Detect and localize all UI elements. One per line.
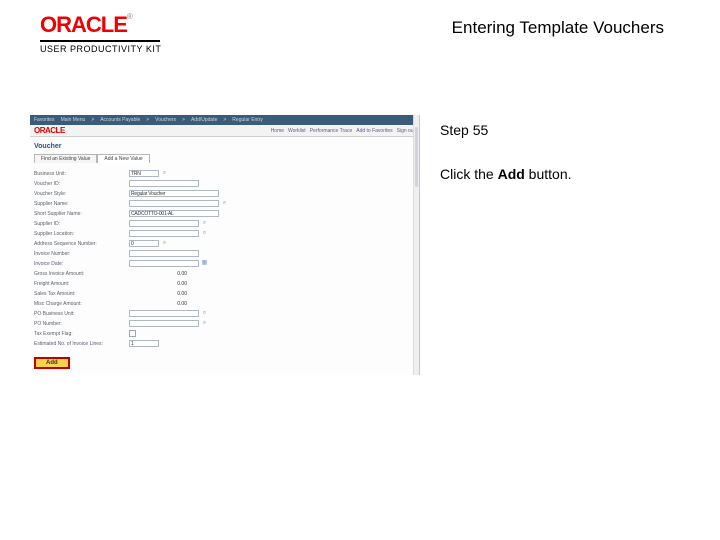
input-sales-tax[interactable]: 0.00 [129,291,189,297]
label-est-lines: Estimated No. of Invoice Lines: [34,341,129,347]
lookup-icon[interactable]: ⌕ [201,320,208,327]
header-link[interactable]: Worklist [288,128,306,134]
header-link[interactable]: Home [271,128,284,134]
instruction-bold: Add [498,166,525,182]
peoplesoft-app: Favorites Main Menu > Accounts Payable >… [30,115,419,375]
brand-block: ORACLE® USER PRODUCTIVITY KIT [40,12,161,54]
label-po-bu: PO Business Unit: [34,311,129,317]
scrollbar-vertical[interactable] [413,115,419,375]
instruction-panel: Step 55 Click the Add button. [420,115,690,415]
label-voucher-style: Voucher Style: [34,191,129,197]
label-freight-amt: Freight Amount: [34,281,129,287]
label-address-seq: Address Sequence Number: [34,241,129,247]
voucher-form: Business Unit:TRN⌕ Voucher ID: Voucher S… [30,169,419,348]
input-voucher-id[interactable] [129,180,199,187]
scrollbar-thumb[interactable] [415,127,418,187]
app-logo: ORACLE [34,126,65,135]
label-supplier-name: Supplier Name: [34,201,129,207]
label-invoice-date: Invoice Date: [34,261,129,267]
label-business-unit: Business Unit: [34,171,129,177]
instruction-pre: Click the [440,166,498,182]
input-supplier-name[interactable] [129,200,219,207]
add-button[interactable]: Add [34,357,70,369]
trademark: ® [127,12,133,21]
label-sales-tax: Sales Tax Amount: [34,291,129,297]
nav-item[interactable]: Add/Update [191,117,217,123]
input-freight-amt[interactable]: 0.00 [129,281,189,287]
oracle-logo: ORACLE [40,12,127,37]
input-supplier-id[interactable] [129,220,199,227]
step-label: Step 55 [440,119,678,141]
input-short-supplier-name[interactable]: CADCOTTO-001-AL [129,210,219,217]
label-po-number: PO Number: [34,321,129,327]
instruction-text: Click the Add button. [440,163,678,185]
page-title: Entering Template Vouchers [452,18,664,38]
input-misc-charge[interactable]: 0.00 [129,301,189,307]
nav-item[interactable]: Main Menu [61,117,86,123]
page-header: ORACLE® USER PRODUCTIVITY KIT Entering T… [40,12,700,58]
nav-item[interactable]: Vouchers [155,117,176,123]
label-supplier-location: Supplier Location: [34,231,129,237]
label-invoice-number: Invoice Number: [34,251,129,257]
input-po-bu[interactable] [129,310,199,317]
label-gross-amt: Gross Invoice Amount: [34,271,129,277]
input-est-lines[interactable]: 1 [129,340,159,347]
lookup-icon[interactable]: ⌕ [201,220,208,227]
nav-item[interactable]: Regular Entry [232,117,263,123]
app-header-links: Home Worklist Performance Trace Add to F… [271,128,415,134]
app-tabs: Find an Existing Value Add a New Value [34,154,419,163]
header-link[interactable]: Performance Trace [310,128,353,134]
embedded-screenshot: Favorites Main Menu > Accounts Payable >… [30,115,420,375]
nav-item[interactable]: Favorites [34,117,55,123]
input-po-number[interactable] [129,320,199,327]
checkbox-tax-exempt[interactable] [129,330,136,337]
lookup-icon[interactable]: ⌕ [161,240,168,247]
tab-add-new[interactable]: Add a New Value [97,154,149,163]
tab-find-existing[interactable]: Find an Existing Value [34,154,97,163]
label-tax-exempt: Tax Exempt Flag: [34,331,129,337]
app-page-name: Voucher [30,137,419,152]
logo-rule [40,40,160,42]
input-address-seq[interactable]: 0 [129,240,159,247]
input-business-unit[interactable]: TRN [129,170,159,177]
app-header-bar: ORACLE Home Worklist Performance Trace A… [30,125,419,137]
input-invoice-number[interactable] [129,250,199,257]
calendar-icon[interactable]: ▦ [201,260,208,267]
input-invoice-date[interactable] [129,260,199,267]
product-name: USER PRODUCTIVITY KIT [40,44,161,54]
header-link[interactable]: Add to Favorites [356,128,392,134]
label-voucher-id: Voucher ID: [34,181,129,187]
label-short-supplier-name: Short Supplier Name: [34,211,129,217]
app-breadcrumb: Favorites Main Menu > Accounts Payable >… [30,115,419,125]
label-supplier-id: Supplier ID: [34,221,129,227]
lookup-icon[interactable]: ⌕ [161,170,168,177]
input-gross-amt[interactable]: 0.00 [129,271,189,277]
lookup-icon[interactable]: ⌕ [201,230,208,237]
content-area: Favorites Main Menu > Accounts Payable >… [30,115,690,415]
select-voucher-style[interactable]: Regular Voucher [129,190,219,197]
instruction-post: button. [525,166,572,182]
nav-item[interactable]: Accounts Payable [100,117,140,123]
lookup-icon[interactable]: ⌕ [221,200,228,207]
lookup-icon[interactable]: ⌕ [201,310,208,317]
label-misc-charge: Misc Charge Amount: [34,301,129,307]
input-supplier-location[interactable] [129,230,199,237]
